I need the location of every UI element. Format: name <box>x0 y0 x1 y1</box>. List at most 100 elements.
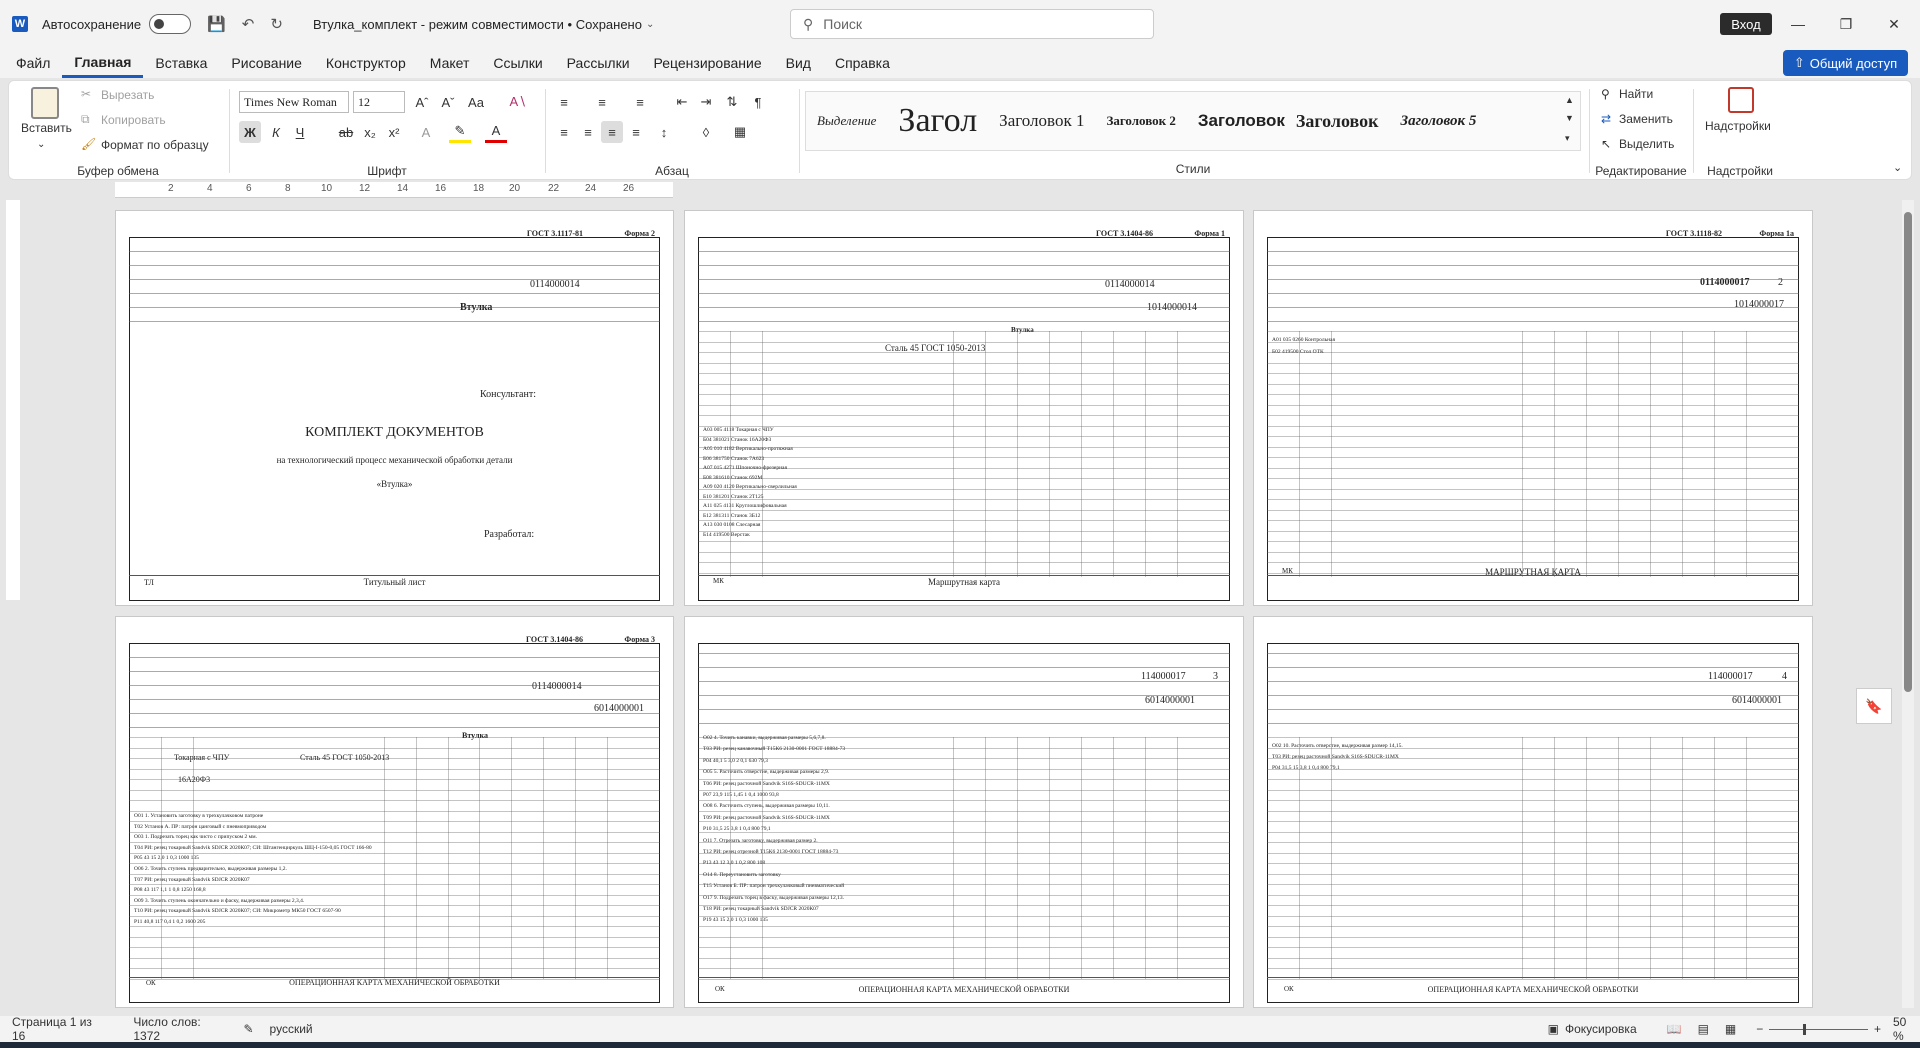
increase-indent-icon[interactable]: ⇥ <box>695 91 717 113</box>
zoom-slider[interactable] <box>1769 1023 1868 1035</box>
collapse-ribbon-icon[interactable]: ⌄ <box>1893 161 1902 174</box>
select-button[interactable]: Выделить <box>1619 137 1674 151</box>
paste-chevron-icon[interactable]: ⌄ <box>37 139 45 150</box>
italic-icon[interactable]: К <box>265 121 287 143</box>
zoom-level[interactable]: 50 % <box>1893 1015 1920 1043</box>
chevron-down-icon[interactable]: ⌄ <box>646 19 654 30</box>
page-title-sheet[interactable]: ГОСТ 3.1117-81 Форма 2 0114000014 Втулка… <box>115 210 674 606</box>
line-spacing-icon[interactable]: ↕ <box>653 121 675 143</box>
strikethrough-icon[interactable]: ab <box>335 121 357 143</box>
redo-icon[interactable]: ↻ <box>270 15 283 33</box>
bullets-icon[interactable]: ≡ <box>553 91 575 113</box>
decrease-indent-icon[interactable]: ⇤ <box>671 91 693 113</box>
copy-icon[interactable]: ⧉ <box>81 112 90 127</box>
replace-button[interactable]: Заменить <box>1619 112 1673 126</box>
page-route-card-2[interactable]: ГОСТ 3.1118-82 Форма 1а 0114000017 2 101… <box>1253 210 1813 606</box>
font-name-select[interactable]: Times New Roman <box>239 91 349 113</box>
style-heading-3[interactable]: Заголовок 3 <box>1187 111 1285 131</box>
autosave-toggle[interactable] <box>149 14 192 34</box>
borders-icon[interactable]: ▦ <box>729 121 751 143</box>
select-icon[interactable]: ↖ <box>1601 137 1611 151</box>
change-case-icon[interactable]: Aa <box>465 91 487 113</box>
focus-icon[interactable]: ▣ <box>1548 1022 1559 1036</box>
paste-icon[interactable] <box>31 87 59 119</box>
zoom-in-icon[interactable]: + <box>1874 1022 1881 1036</box>
styles-scroll-up-icon[interactable]: ▲ <box>1565 95 1574 105</box>
sign-in-button[interactable]: Вход <box>1720 13 1772 35</box>
cut-icon[interactable]: ✂ <box>81 87 91 101</box>
tab-draw[interactable]: Рисование <box>219 48 314 78</box>
multilevel-list-icon[interactable]: ≡ <box>629 91 651 113</box>
focus-mode[interactable]: Фокусировка <box>1565 1022 1637 1036</box>
style-emphasis[interactable]: Выделение <box>806 113 887 129</box>
document-title[interactable]: Втулка_комплект - режим совместимости • … <box>313 17 642 32</box>
vertical-ruler[interactable] <box>6 200 20 600</box>
tab-references[interactable]: Ссылки <box>481 48 554 78</box>
horizontal-ruler[interactable]: 2 4 6 8 10 12 14 16 18 20 22 24 26 <box>115 182 673 198</box>
align-right-icon[interactable]: ≡ <box>601 121 623 143</box>
format-painter-button[interactable]: Формат по образцу <box>101 138 209 152</box>
format-painter-icon[interactable]: 🖌 <box>81 137 96 151</box>
share-button[interactable]: ⇧ Общий доступ <box>1783 50 1908 76</box>
page-operation-card-3[interactable]: 114000017 4 6014000001 О02 10. Расточить… <box>1253 616 1813 1008</box>
close-icon[interactable]: ✕ <box>1880 10 1908 38</box>
shading-icon[interactable]: ◊ <box>695 121 717 143</box>
tab-layout[interactable]: Макет <box>418 48 482 78</box>
copy-button[interactable]: Копировать <box>101 113 166 127</box>
show-marks-icon[interactable]: ¶ <box>747 91 769 113</box>
style-heading-1[interactable]: Заголовок 1 <box>988 111 1095 131</box>
page-operation-card-2[interactable]: 114000017 3 6014000001 О02 4. Точить кан… <box>684 616 1244 1008</box>
vertical-scrollbar[interactable] <box>1902 200 1914 1008</box>
minimize-icon[interactable]: — <box>1784 10 1812 38</box>
tab-view[interactable]: Вид <box>774 48 823 78</box>
numbering-icon[interactable]: ≡ <box>591 91 613 113</box>
word-count[interactable]: Число слов: 1372 <box>133 1015 229 1043</box>
cut-button[interactable]: Вырезать <box>101 88 154 102</box>
style-heading-5[interactable]: Заголовок 5 <box>1390 113 1488 130</box>
grow-font-icon[interactable]: Aˆ <box>411 91 433 113</box>
proofing-icon[interactable]: ✎ <box>243 1022 253 1036</box>
clear-formatting-icon[interactable]: A∖ <box>507 91 529 113</box>
page-operation-card-1[interactable]: ГОСТ 3.1404-86 Форма 3 0114000014 601400… <box>115 616 674 1008</box>
tab-review[interactable]: Рецензирование <box>642 48 774 78</box>
page-counter[interactable]: Страница 1 из 16 <box>12 1015 107 1043</box>
addins-icon[interactable] <box>1728 87 1754 113</box>
paste-button[interactable]: Вставить <box>21 121 72 135</box>
tab-help[interactable]: Справка <box>823 48 902 78</box>
bold-icon[interactable]: Ж <box>239 121 261 143</box>
read-mode-icon[interactable]: 📖 <box>1667 1022 1682 1036</box>
style-heading[interactable]: Заголовок <box>1285 111 1390 132</box>
tab-design[interactable]: Конструктор <box>314 48 418 78</box>
undo-icon[interactable]: ↶ <box>242 15 255 33</box>
find-icon[interactable]: ⚲ <box>1601 87 1610 101</box>
print-layout-icon[interactable]: ▤ <box>1698 1022 1709 1036</box>
tab-home[interactable]: Главная <box>62 48 144 78</box>
align-left-icon[interactable]: ≡ <box>553 121 575 143</box>
save-icon[interactable]: 💾 <box>207 15 226 33</box>
style-title[interactable]: Загол <box>887 102 988 140</box>
tab-file[interactable]: Файл <box>4 48 62 78</box>
font-color-icon[interactable]: A <box>485 121 507 143</box>
web-layout-icon[interactable]: ▦ <box>1725 1022 1736 1036</box>
shrink-font-icon[interactable]: Aˇ <box>437 91 459 113</box>
tab-mailings[interactable]: Рассылки <box>555 48 642 78</box>
language[interactable]: русский <box>270 1022 313 1036</box>
sort-icon[interactable]: ⇅ <box>721 91 743 113</box>
highlight-icon[interactable]: ✎ <box>449 121 471 143</box>
tab-insert[interactable]: Вставка <box>143 48 219 78</box>
style-heading-2[interactable]: Заголовок 2 <box>1095 113 1186 129</box>
align-center-icon[interactable]: ≡ <box>577 121 599 143</box>
font-size-select[interactable]: 12 <box>353 91 405 113</box>
find-button[interactable]: Найти <box>1619 87 1653 101</box>
superscript-icon[interactable]: x² <box>383 121 405 143</box>
page-route-card-1[interactable]: ГОСТ 3.1404-86 Форма 1 0114000014 101400… <box>684 210 1244 606</box>
justify-icon[interactable]: ≡ <box>625 121 647 143</box>
replace-icon[interactable]: ⇄ <box>1601 112 1611 126</box>
zoom-out-icon[interactable]: − <box>1756 1022 1763 1036</box>
search-box[interactable]: ⚲ Поиск <box>790 9 1154 39</box>
restore-icon[interactable]: ❐ <box>1832 10 1860 38</box>
styles-more-icon[interactable]: ▾ <box>1565 133 1570 144</box>
bookmark-icon[interactable]: 🔖 <box>1856 688 1892 724</box>
styles-scroll-down-icon[interactable]: ▼ <box>1565 113 1574 123</box>
scrollbar-thumb[interactable] <box>1904 212 1912 692</box>
